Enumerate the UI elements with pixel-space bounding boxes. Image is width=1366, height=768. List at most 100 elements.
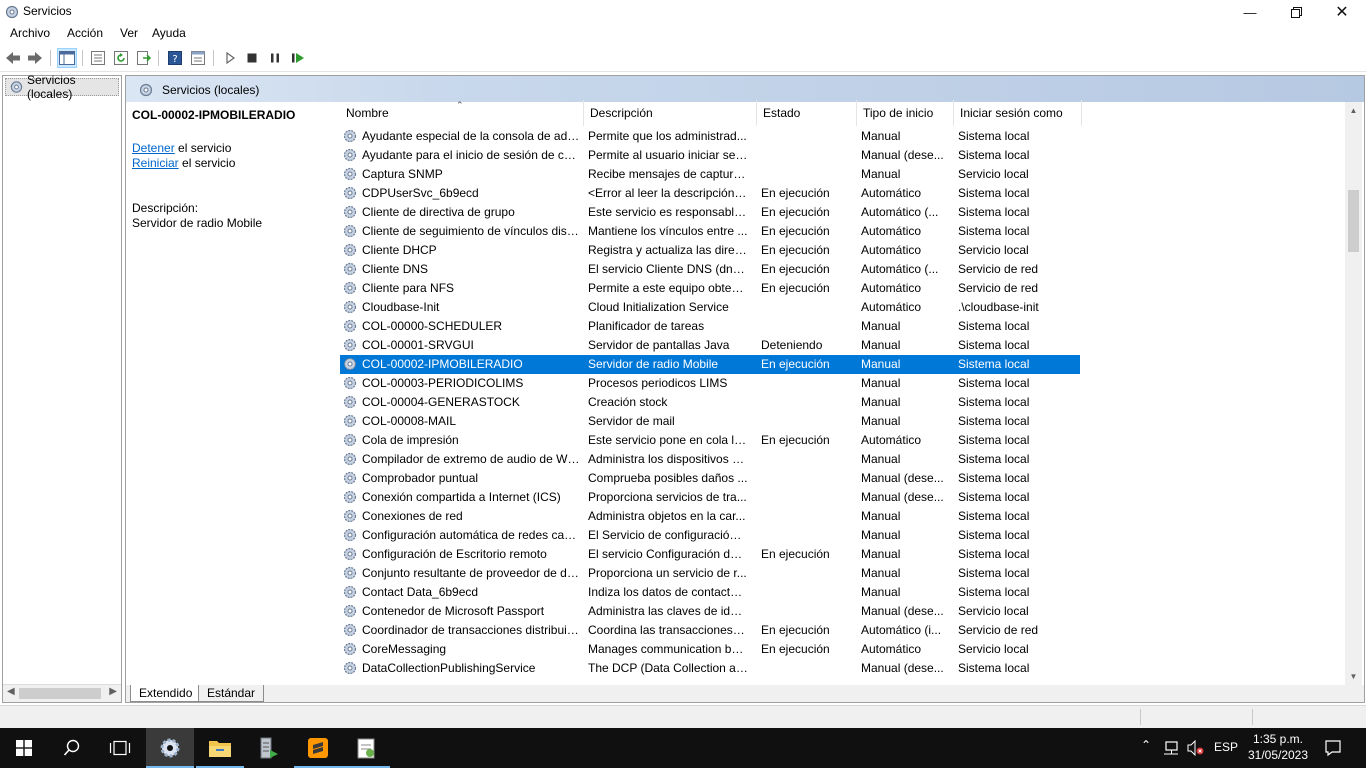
- cell-name: Ayudante para el inicio de sesión de cue…: [362, 148, 580, 162]
- restart-service-link[interactable]: Reiniciar: [132, 156, 179, 170]
- network-icon[interactable]: [1163, 740, 1179, 756]
- service-row[interactable]: COL-00004-GENERASTOCK Creación stock Manua…: [340, 393, 1080, 412]
- service-row[interactable]: Cliente DNS El servicio Cliente DNS (dnsc…: [340, 260, 1080, 279]
- close-button[interactable]: ✕: [1319, 0, 1365, 24]
- scroll-up-icon[interactable]: ▲: [1345, 102, 1362, 119]
- properties-button[interactable]: [188, 48, 208, 68]
- service-row[interactable]: Cliente DHCP Registra y actualiza las dir…: [340, 241, 1080, 260]
- column-header-status[interactable]: Estado: [757, 100, 857, 126]
- service-row[interactable]: CDPUserSvc_6b9ecd <Error al leer la descr…: [340, 184, 1080, 203]
- service-row[interactable]: Coordinador de transacciones distribuid.…: [340, 621, 1080, 640]
- service-row[interactable]: Configuración automática de redes cabl..…: [340, 526, 1080, 545]
- cell-name: COL-00000-SCHEDULER: [362, 319, 503, 333]
- column-header-log-on-as[interactable]: Iniciar sesión como: [954, 100, 1082, 126]
- input-language[interactable]: ESP: [1214, 740, 1238, 754]
- toolbar-separator: [82, 50, 83, 66]
- taskbar-notepad-plus[interactable]: [342, 728, 390, 768]
- help-button[interactable]: ?: [165, 48, 185, 68]
- cell-startup-type: Manual: [861, 319, 901, 333]
- service-row[interactable]: Conjunto resultante de proveedor de dir.…: [340, 564, 1080, 583]
- service-row[interactable]: CoreMessaging Manages communication be...…: [340, 640, 1080, 659]
- service-row[interactable]: Contenedor de Microsoft Passport Administ…: [340, 602, 1080, 621]
- resume-service-button[interactable]: [288, 48, 308, 68]
- cell-log-on-as: Sistema local: [958, 433, 1030, 447]
- taskbar-server-manager[interactable]: [244, 728, 292, 768]
- service-row[interactable]: Cliente de seguimiento de vínculos distr…: [340, 222, 1080, 241]
- cell-name: Cliente de directiva de grupo: [362, 205, 515, 219]
- search-button[interactable]: [48, 728, 96, 768]
- start-button[interactable]: [0, 728, 48, 768]
- taskbar-sublime[interactable]: [294, 728, 342, 768]
- service-row[interactable]: Contact Data_6b9ecd Indiza los datos de c…: [340, 583, 1080, 602]
- menu-archivo[interactable]: Archivo: [8, 26, 52, 40]
- column-header-description[interactable]: Descripción: [584, 100, 757, 126]
- scroll-left-icon[interactable]: ◀: [7, 686, 15, 697]
- notifications-icon[interactable]: [1324, 739, 1342, 757]
- service-row[interactable]: DataCollectionPublishingService The DCP (…: [340, 659, 1080, 678]
- stop-service-link[interactable]: Detener: [132, 141, 175, 155]
- service-row[interactable]: COL-00003-PERIODICOLIMS Procesos periodic…: [340, 374, 1080, 393]
- restart-action-suffix: el servicio: [178, 156, 236, 170]
- back-button[interactable]: [3, 48, 23, 68]
- export-list-button[interactable]: [88, 48, 108, 68]
- resume-icon: [292, 53, 304, 63]
- scrollbar-thumb[interactable]: [19, 688, 101, 699]
- service-gear-icon: [343, 623, 357, 637]
- clock[interactable]: 1:35 p.m. 31/05/2023: [1242, 731, 1314, 763]
- tab-estandar[interactable]: Estándar: [198, 685, 265, 702]
- service-row[interactable]: Cloudbase-Init Cloud Initialization Servi…: [340, 298, 1080, 317]
- description-text: Servidor de radio Mobile: [132, 216, 263, 230]
- service-row[interactable]: Cliente para NFS Permite a este equipo ob…: [340, 279, 1080, 298]
- task-view-button[interactable]: [96, 728, 144, 768]
- service-gear-icon: [343, 433, 357, 447]
- service-row[interactable]: COL-00008-MAIL Servidor de mail Manual Sist…: [340, 412, 1080, 431]
- taskbar-services-app[interactable]: [146, 728, 194, 768]
- task-view-icon: [109, 740, 131, 756]
- service-row[interactable]: Conexión compartida a Internet (ICS) Prop…: [340, 488, 1080, 507]
- tree-item-services-local[interactable]: Servicios (locales): [5, 73, 119, 101]
- cell-status: [761, 450, 857, 469]
- scrollbar-thumb[interactable]: [1348, 190, 1359, 252]
- start-service-button[interactable]: [220, 48, 240, 68]
- services-panel: Servicios (locales) COL-00002-IPMOBILERA…: [125, 75, 1365, 703]
- service-gear-icon: [343, 509, 357, 523]
- cell-startup-type: Automático (i...: [861, 623, 942, 637]
- selected-service-row[interactable]: COL-00002-IPMOBILERADIO Servidor de radio…: [340, 355, 1080, 374]
- maximize-button[interactable]: [1273, 0, 1319, 24]
- stop-service-button[interactable]: [242, 48, 262, 68]
- service-row[interactable]: Ayudante especial de la consola de adm..…: [340, 127, 1080, 146]
- service-gear-icon: [343, 338, 357, 352]
- refresh-button[interactable]: [111, 48, 131, 68]
- forward-button[interactable]: [25, 48, 45, 68]
- tree-horizontal-scrollbar[interactable]: ◀ ▶: [3, 684, 121, 702]
- service-row[interactable]: Cliente de directiva de grupo Este servic…: [340, 203, 1080, 222]
- show-hide-console-tree-button[interactable]: [57, 48, 77, 68]
- service-row[interactable]: Compilador de extremo de audio de Wi... A…: [340, 450, 1080, 469]
- service-row[interactable]: Comprobador puntual Comprueba posibles da…: [340, 469, 1080, 488]
- export-button[interactable]: [134, 48, 154, 68]
- service-row[interactable]: Conexiones de red Administra objetos en l…: [340, 507, 1080, 526]
- service-row[interactable]: COL-00000-SCHEDULER Planificador de tarea…: [340, 317, 1080, 336]
- volume-muted-icon[interactable]: [1187, 740, 1205, 756]
- show-hidden-icons-icon[interactable]: ⌃: [1141, 738, 1151, 752]
- minimize-button[interactable]: —: [1227, 0, 1273, 24]
- scroll-right-icon[interactable]: ▶: [109, 686, 117, 697]
- menu-ayuda[interactable]: Ayuda: [150, 26, 188, 40]
- scroll-down-icon[interactable]: ▼: [1345, 668, 1362, 685]
- service-row[interactable]: Ayudante para el inicio de sesión de cue…: [340, 146, 1080, 165]
- pause-service-button[interactable]: [265, 48, 285, 68]
- service-gear-icon: [343, 300, 357, 314]
- tab-extendido[interactable]: Extendido: [130, 685, 202, 702]
- service-row[interactable]: COL-00001-SRVGUI Servidor de pantallas Ja…: [340, 336, 1080, 355]
- service-row[interactable]: Captura SNMP Recibe mensajes de captura .…: [340, 165, 1080, 184]
- cell-startup-type: Manual: [861, 338, 901, 352]
- menu-ver[interactable]: Ver: [118, 26, 140, 40]
- menu-accion[interactable]: Acción: [65, 26, 105, 40]
- taskbar-file-explorer[interactable]: [196, 728, 244, 768]
- service-row[interactable]: Configuración de Escritorio remoto El ser…: [340, 545, 1080, 564]
- service-row[interactable]: Cola de impresión Este servicio pone en c…: [340, 431, 1080, 450]
- cell-name: DataCollectionPublishingService: [362, 661, 536, 675]
- column-header-startup-type[interactable]: Tipo de inicio: [857, 100, 954, 126]
- list-vertical-scrollbar[interactable]: ▲ ▼: [1345, 102, 1362, 685]
- cell-startup-type: Manual: [861, 509, 901, 523]
